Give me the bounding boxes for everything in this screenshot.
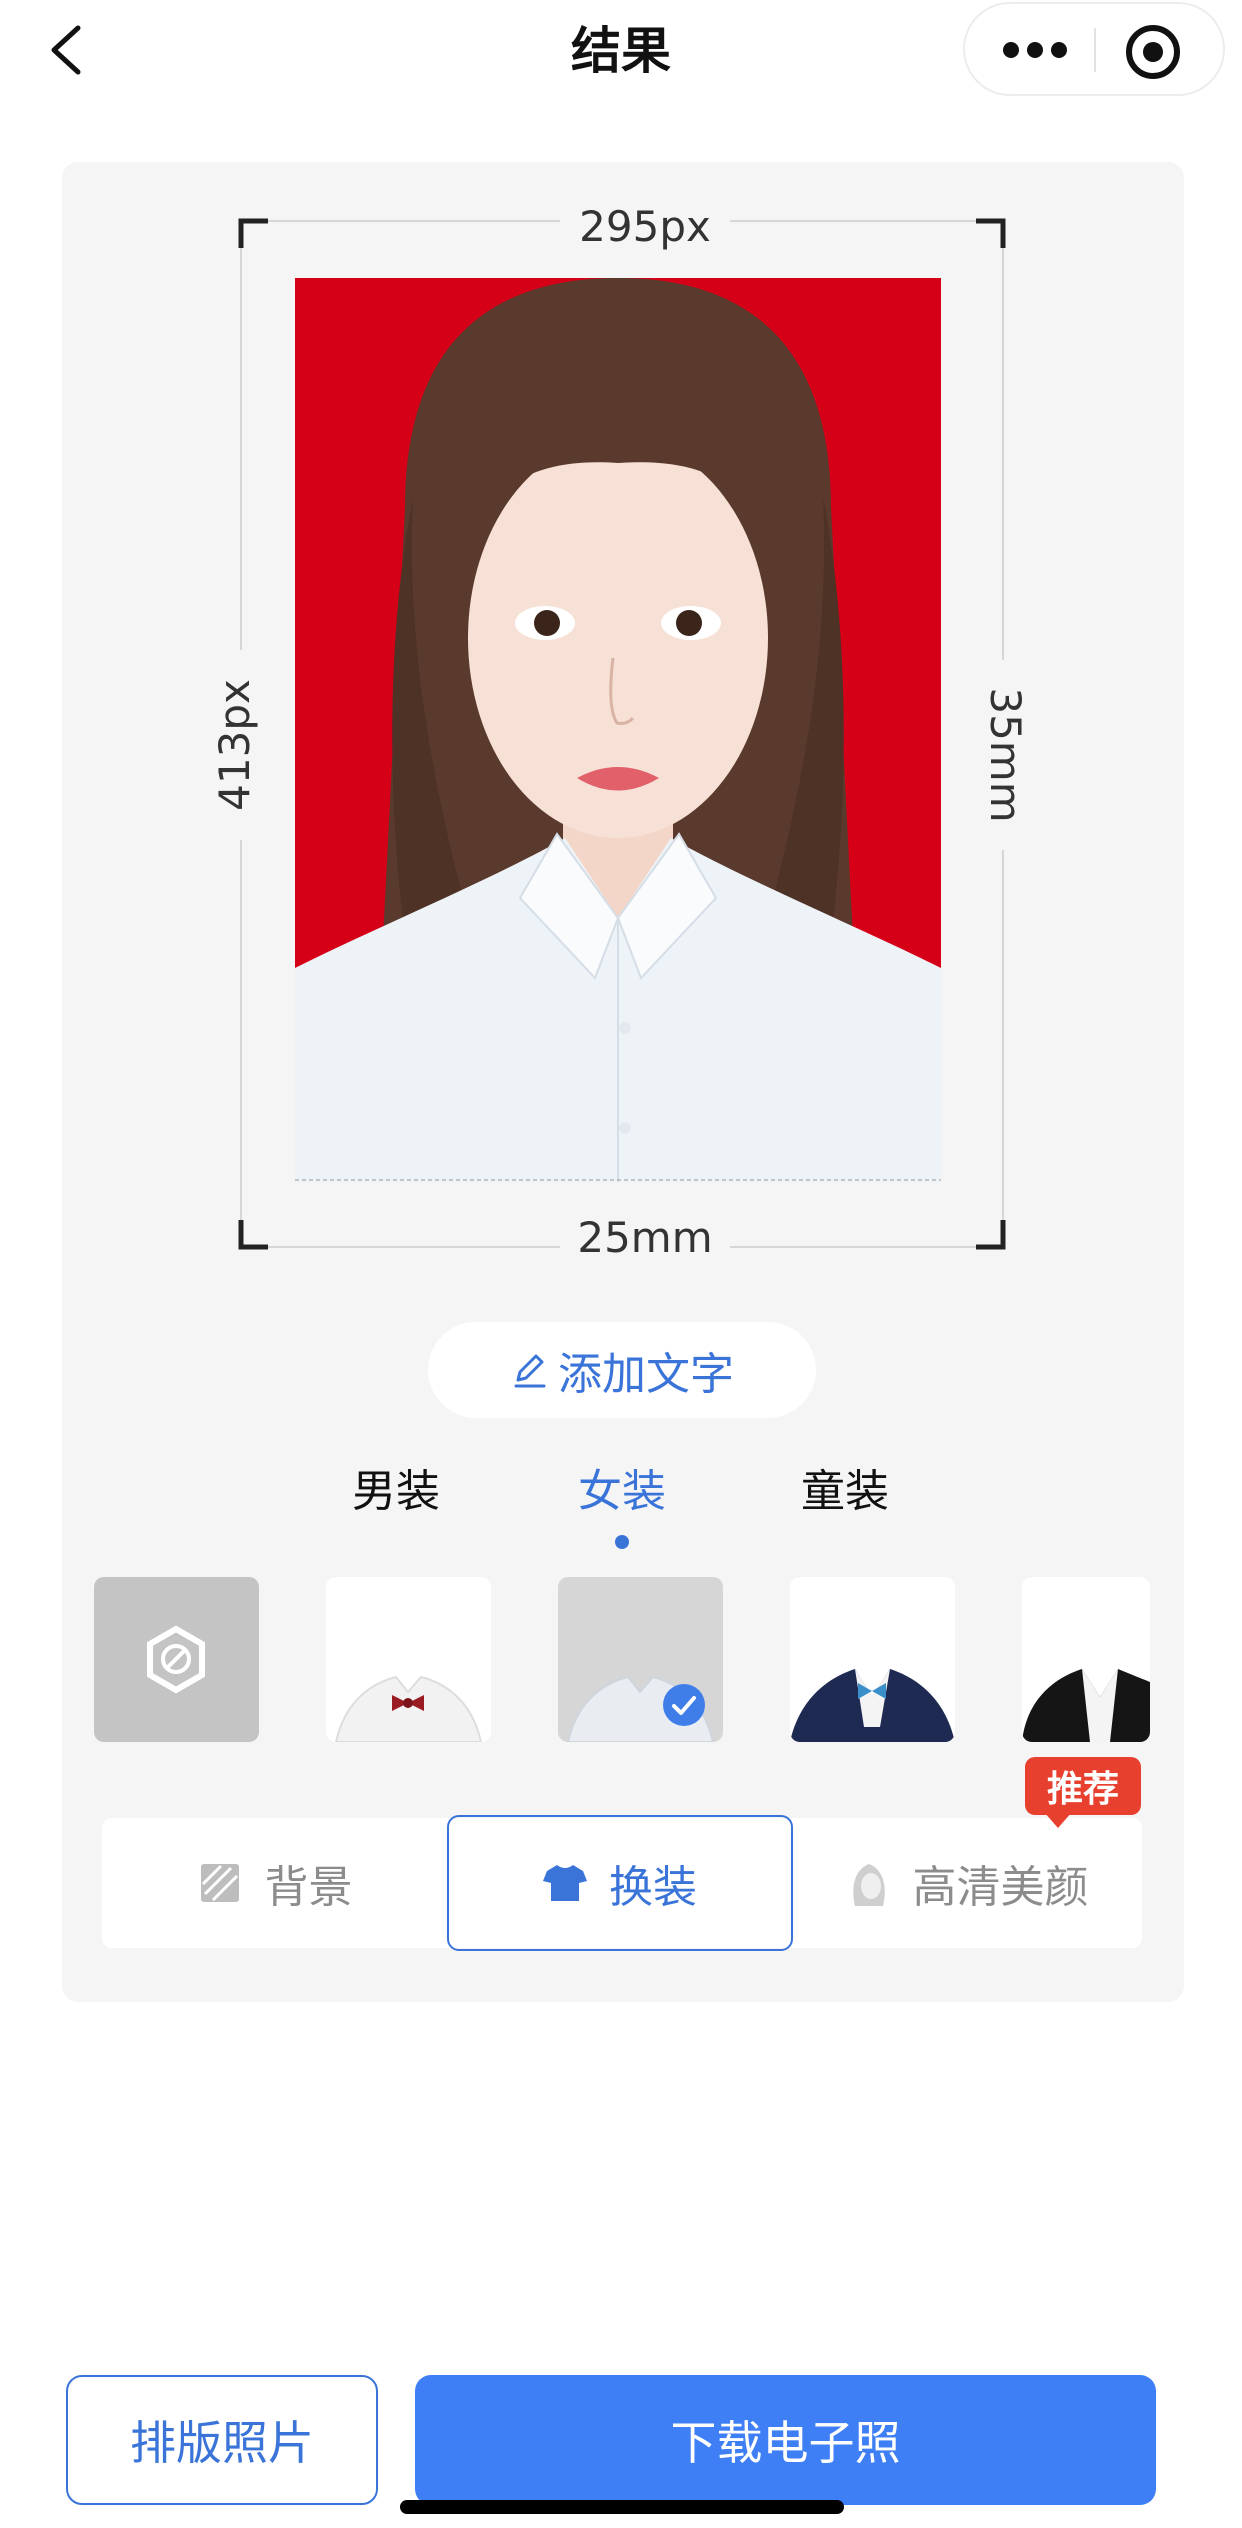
outfit-white-shirt-red-bowtie[interactable] xyxy=(326,1577,491,1742)
target-circle-icon[interactable] xyxy=(1123,22,1183,82)
height-px-label: 413px xyxy=(210,650,260,840)
black-suit-thumbnail xyxy=(1022,1669,1150,1742)
recommend-badge: 推荐 xyxy=(1025,1757,1141,1815)
disable-icon xyxy=(147,1625,205,1694)
tab-background-label: 背景 xyxy=(264,1862,353,1913)
id-photo xyxy=(295,278,941,1182)
shirt-icon xyxy=(543,1865,587,1901)
add-text-label: 添加文字 xyxy=(558,1349,734,1400)
capsule-divider xyxy=(1094,28,1096,72)
category-tab-women[interactable]: 女装 xyxy=(542,1462,702,1522)
pencil-icon xyxy=(514,1354,546,1388)
tab-change-outfit[interactable]: 换装 xyxy=(447,1815,793,1951)
home-indicator xyxy=(400,2500,844,2514)
outfit-black-suit[interactable] xyxy=(1022,1577,1150,1742)
mini-program-capsule xyxy=(963,2,1225,96)
function-tab-bar: 背景 换装 高清美颜 xyxy=(102,1815,1142,1951)
selected-check-icon xyxy=(663,1684,705,1726)
background-icon xyxy=(200,1864,239,1902)
navy-suit-thumbnail xyxy=(790,1669,955,1742)
download-photo-button[interactable]: 下载电子照 xyxy=(415,2375,1156,2505)
more-dots-icon[interactable] xyxy=(995,26,1075,74)
outfit-white-shirt-selected[interactable] xyxy=(558,1577,723,1742)
outfit-navy-suit-blue-bowtie[interactable] xyxy=(790,1577,955,1742)
shirt-bowtie-thumbnail xyxy=(334,1675,483,1742)
height-mm-label: 35mm xyxy=(980,660,1030,850)
category-tab-kids[interactable]: 童装 xyxy=(765,1462,925,1522)
tab-hd-beauty[interactable]: 高清美颜 xyxy=(793,1818,1142,1948)
active-category-indicator xyxy=(615,1535,629,1549)
add-text-button[interactable]: 添加文字 xyxy=(428,1322,816,1418)
tab-background[interactable]: 背景 xyxy=(102,1818,447,1948)
tab-hd-beauty-label: 高清美颜 xyxy=(912,1862,1089,1913)
layout-photo-button[interactable]: 排版照片 xyxy=(66,2375,378,2505)
recommend-badge-tail xyxy=(1044,1812,1072,1828)
category-tab-men[interactable]: 男装 xyxy=(316,1462,476,1522)
tab-change-outfit-label: 换装 xyxy=(609,1862,697,1913)
width-px-label: 295px xyxy=(560,202,730,252)
face-icon xyxy=(852,1864,885,1906)
width-mm-label: 25mm xyxy=(560,1213,730,1263)
outfit-none[interactable] xyxy=(94,1577,259,1742)
portrait-illustration xyxy=(295,278,941,1182)
